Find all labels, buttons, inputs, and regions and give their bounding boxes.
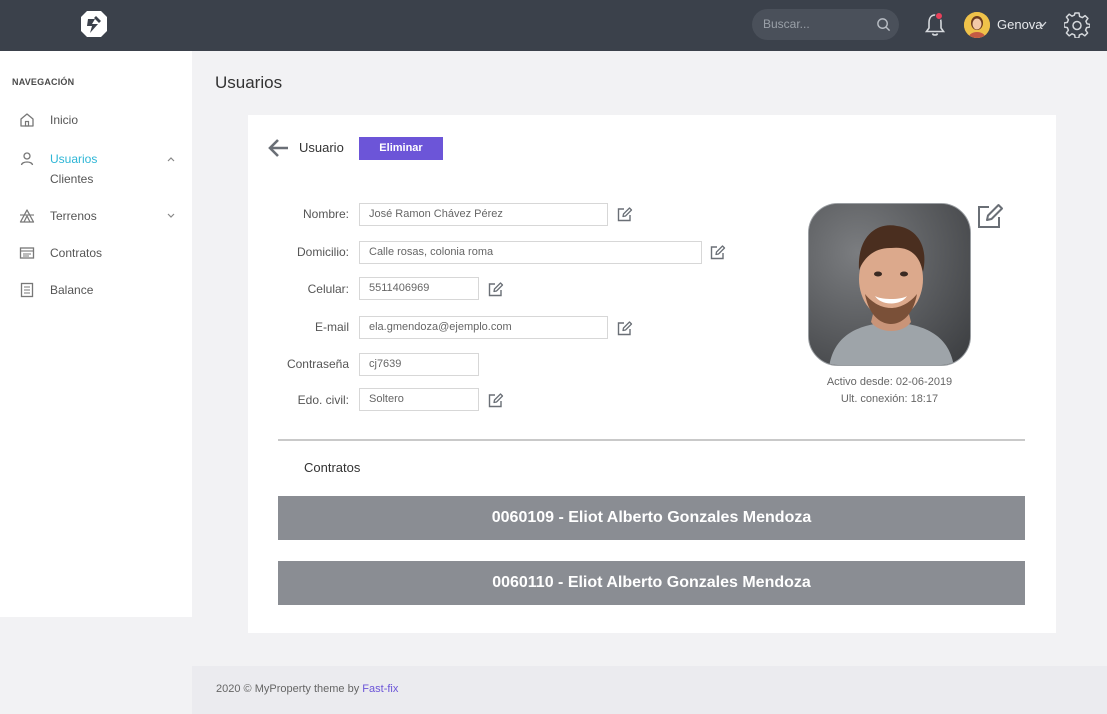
phone-field[interactable]: 5511406969 [359, 277, 479, 300]
sidebar-item-inicio[interactable]: Inicio [0, 108, 192, 132]
field-label-nombre: Nombre: [302, 207, 349, 221]
contract-item[interactable]: 0060110 - Eliot Alberto Gonzales Mendoza [278, 561, 1025, 605]
last-connection: Ult. conexión: 18:17 [840, 393, 939, 405]
edit-icon[interactable] [710, 244, 726, 260]
edit-icon[interactable] [617, 320, 633, 336]
gear-icon[interactable] [1064, 12, 1090, 38]
notification-badge [935, 12, 943, 20]
tent-icon [19, 209, 35, 223]
search-icon[interactable] [876, 17, 891, 32]
edit-icon[interactable] [488, 281, 504, 297]
footer: 2020 © MyProperty theme by Fast-fix [192, 666, 1107, 714]
delete-button[interactable]: Eliminar [359, 137, 443, 160]
sidebar-subitem-clientes[interactable]: Clientes [50, 172, 93, 186]
divider [278, 439, 1025, 441]
sidebar-item-terrenos[interactable]: Terrenos [0, 204, 192, 228]
email-field[interactable]: ela.gmendoza@ejemplo.com [359, 316, 608, 339]
logo-icon[interactable] [79, 9, 109, 39]
footer-text: 2020 © MyProperty theme by Fast-fix [216, 683, 398, 695]
chevron-down-icon[interactable] [166, 212, 176, 220]
field-label-celular: Celular: [307, 282, 349, 296]
edit-icon[interactable] [488, 392, 504, 408]
avatar[interactable] [964, 12, 990, 38]
chevron-up-icon[interactable] [166, 155, 176, 163]
sidebar-item-contratos[interactable]: Contratos [0, 241, 192, 265]
footer-link[interactable]: Fast-fix [362, 683, 398, 695]
back-arrow-icon[interactable] [267, 138, 289, 158]
page-title: Usuarios [215, 73, 283, 92]
photo-edit-icon[interactable] [977, 202, 1004, 229]
footer-copyright: 2020 © MyProperty theme by [216, 683, 363, 695]
sidebar-item-balance[interactable]: Balance [0, 278, 192, 302]
sidebar-item-usuarios[interactable]: Usuarios [0, 147, 192, 171]
sidebar-item-label: Inicio [50, 113, 79, 127]
field-label-domicilio: Domicilio: [296, 245, 349, 259]
sidebar-item-label: Terrenos [50, 209, 97, 223]
search-box[interactable]: Buscar... [752, 9, 899, 40]
edit-icon[interactable] [617, 206, 633, 222]
contract-item[interactable]: 0060109 - Eliot Alberto Gonzales Mendoza [278, 496, 1025, 540]
chevron-down-icon[interactable] [1038, 20, 1047, 28]
sidebar-item-label: Usuarios [50, 152, 98, 166]
field-label-password: Contraseña [286, 357, 349, 371]
user-card: Usuario Eliminar Nombre: José Ramon Cháv… [248, 115, 1056, 633]
contracts-title: Contratos [304, 460, 361, 475]
sidebar-item-label: Balance [50, 283, 94, 297]
search-input[interactable]: Buscar... [763, 17, 810, 31]
nav-heading: NAVEGACIÓN [12, 77, 75, 87]
user-icon [20, 152, 34, 166]
user-name[interactable]: Genova [997, 17, 1043, 32]
profile-photo [808, 203, 971, 366]
contract-icon [19, 247, 35, 259]
card-title: Usuario [299, 140, 344, 155]
field-label-email: E-mail [314, 320, 349, 334]
top-bar: Buscar... Genova [0, 0, 1107, 51]
civil-status-field[interactable]: Soltero [359, 388, 479, 411]
password-field[interactable]: cj7639 [359, 353, 479, 376]
active-since: Activo desde: 02-06-2019 [826, 376, 953, 388]
sidebar: NAVEGACIÓN Inicio Usuarios Clientes Terr… [0, 51, 192, 617]
name-field[interactable]: José Ramon Chávez Pérez [359, 203, 608, 226]
field-label-civil-status: Edo. civil: [297, 393, 349, 407]
balance-icon [20, 282, 34, 298]
address-field[interactable]: Calle rosas, colonia roma [359, 241, 702, 264]
home-icon [20, 113, 34, 127]
sidebar-item-label: Contratos [50, 246, 103, 260]
